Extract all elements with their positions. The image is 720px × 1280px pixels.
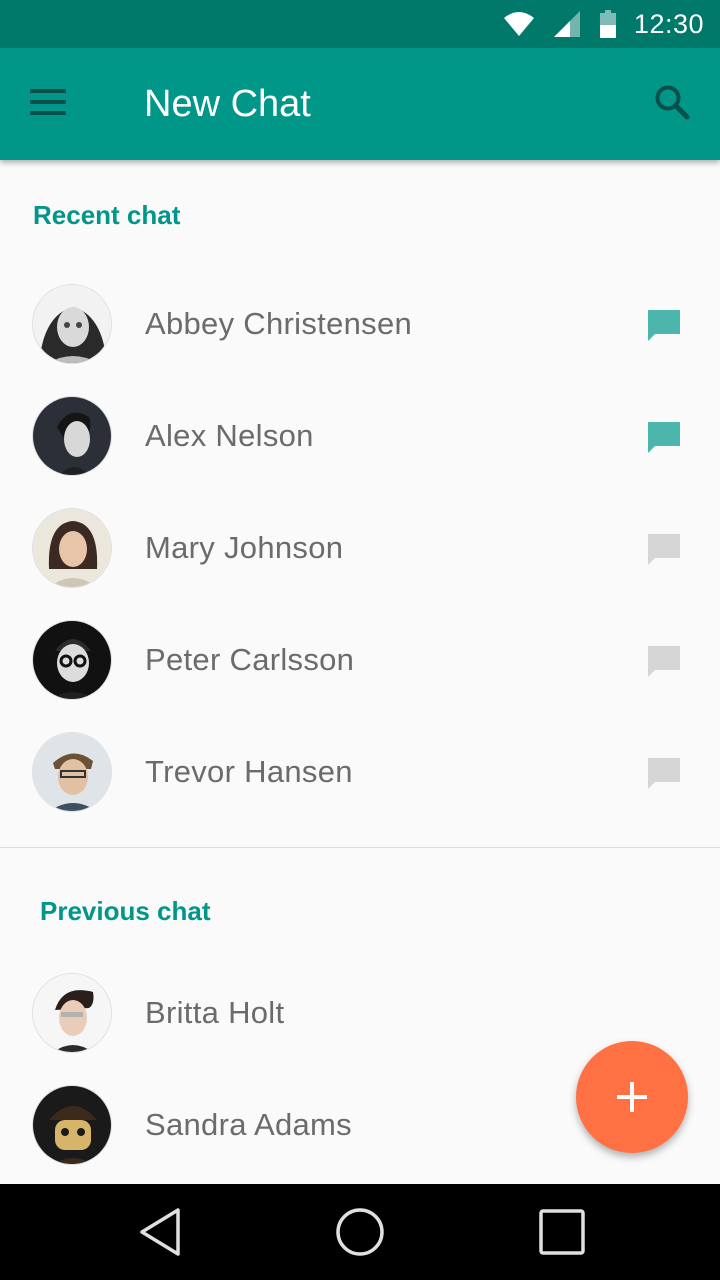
section-header-previous: Previous chat [40,896,211,926]
signal-icon [553,11,580,37]
app-bar: New Chat [0,48,720,160]
list-item[interactable]: Abbey Christensen [0,268,720,380]
home-button[interactable] [332,1204,388,1260]
avatar [32,973,112,1053]
chat-icon[interactable] [646,420,682,456]
search-icon [654,84,690,125]
chat-icon[interactable] [646,644,682,680]
chat-icon[interactable] [646,308,682,344]
list-item[interactable]: Peter Carlsson [0,604,720,716]
back-icon [140,1208,180,1256]
recents-button[interactable] [534,1204,590,1260]
status-bar: 12:30 [0,0,720,48]
contact-name: Britta Holt [145,995,285,1030]
add-icon [617,1082,647,1112]
avatar [32,396,112,476]
menu-button[interactable] [22,78,74,130]
avatar [32,284,112,364]
wifi-icon [503,12,534,36]
contact-name: Trevor Hansen [145,754,353,789]
section-header-recent: Recent chat [33,200,181,230]
chat-icon[interactable] [646,532,682,568]
avatar [32,1085,112,1165]
avatar [32,620,112,700]
contact-name: Alex Nelson [145,418,314,453]
contact-name: Abbey Christensen [145,306,413,341]
home-icon [336,1208,384,1256]
add-chat-button[interactable] [576,1041,688,1153]
page-title: New Chat [144,83,311,125]
list-item[interactable]: Trevor Hansen [0,716,720,828]
status-time: 12:30 [633,8,704,39]
contact-name: Peter Carlsson [145,642,355,677]
list-item[interactable]: Mary Johnson [0,492,720,604]
section-divider [0,847,720,848]
contact-name: Sandra Adams [145,1107,352,1142]
contact-name: Mary Johnson [145,530,344,565]
search-button[interactable] [646,78,698,130]
avatar [32,508,112,588]
battery-icon [599,10,616,38]
avatar [32,732,112,812]
recents-icon [539,1209,585,1255]
system-nav-bar [0,1184,720,1280]
back-button[interactable] [132,1204,188,1260]
menu-icon [30,88,66,120]
chat-icon[interactable] [646,756,682,792]
list-item[interactable]: Alex Nelson [0,380,720,492]
status-icons: 12:30 [503,0,704,48]
